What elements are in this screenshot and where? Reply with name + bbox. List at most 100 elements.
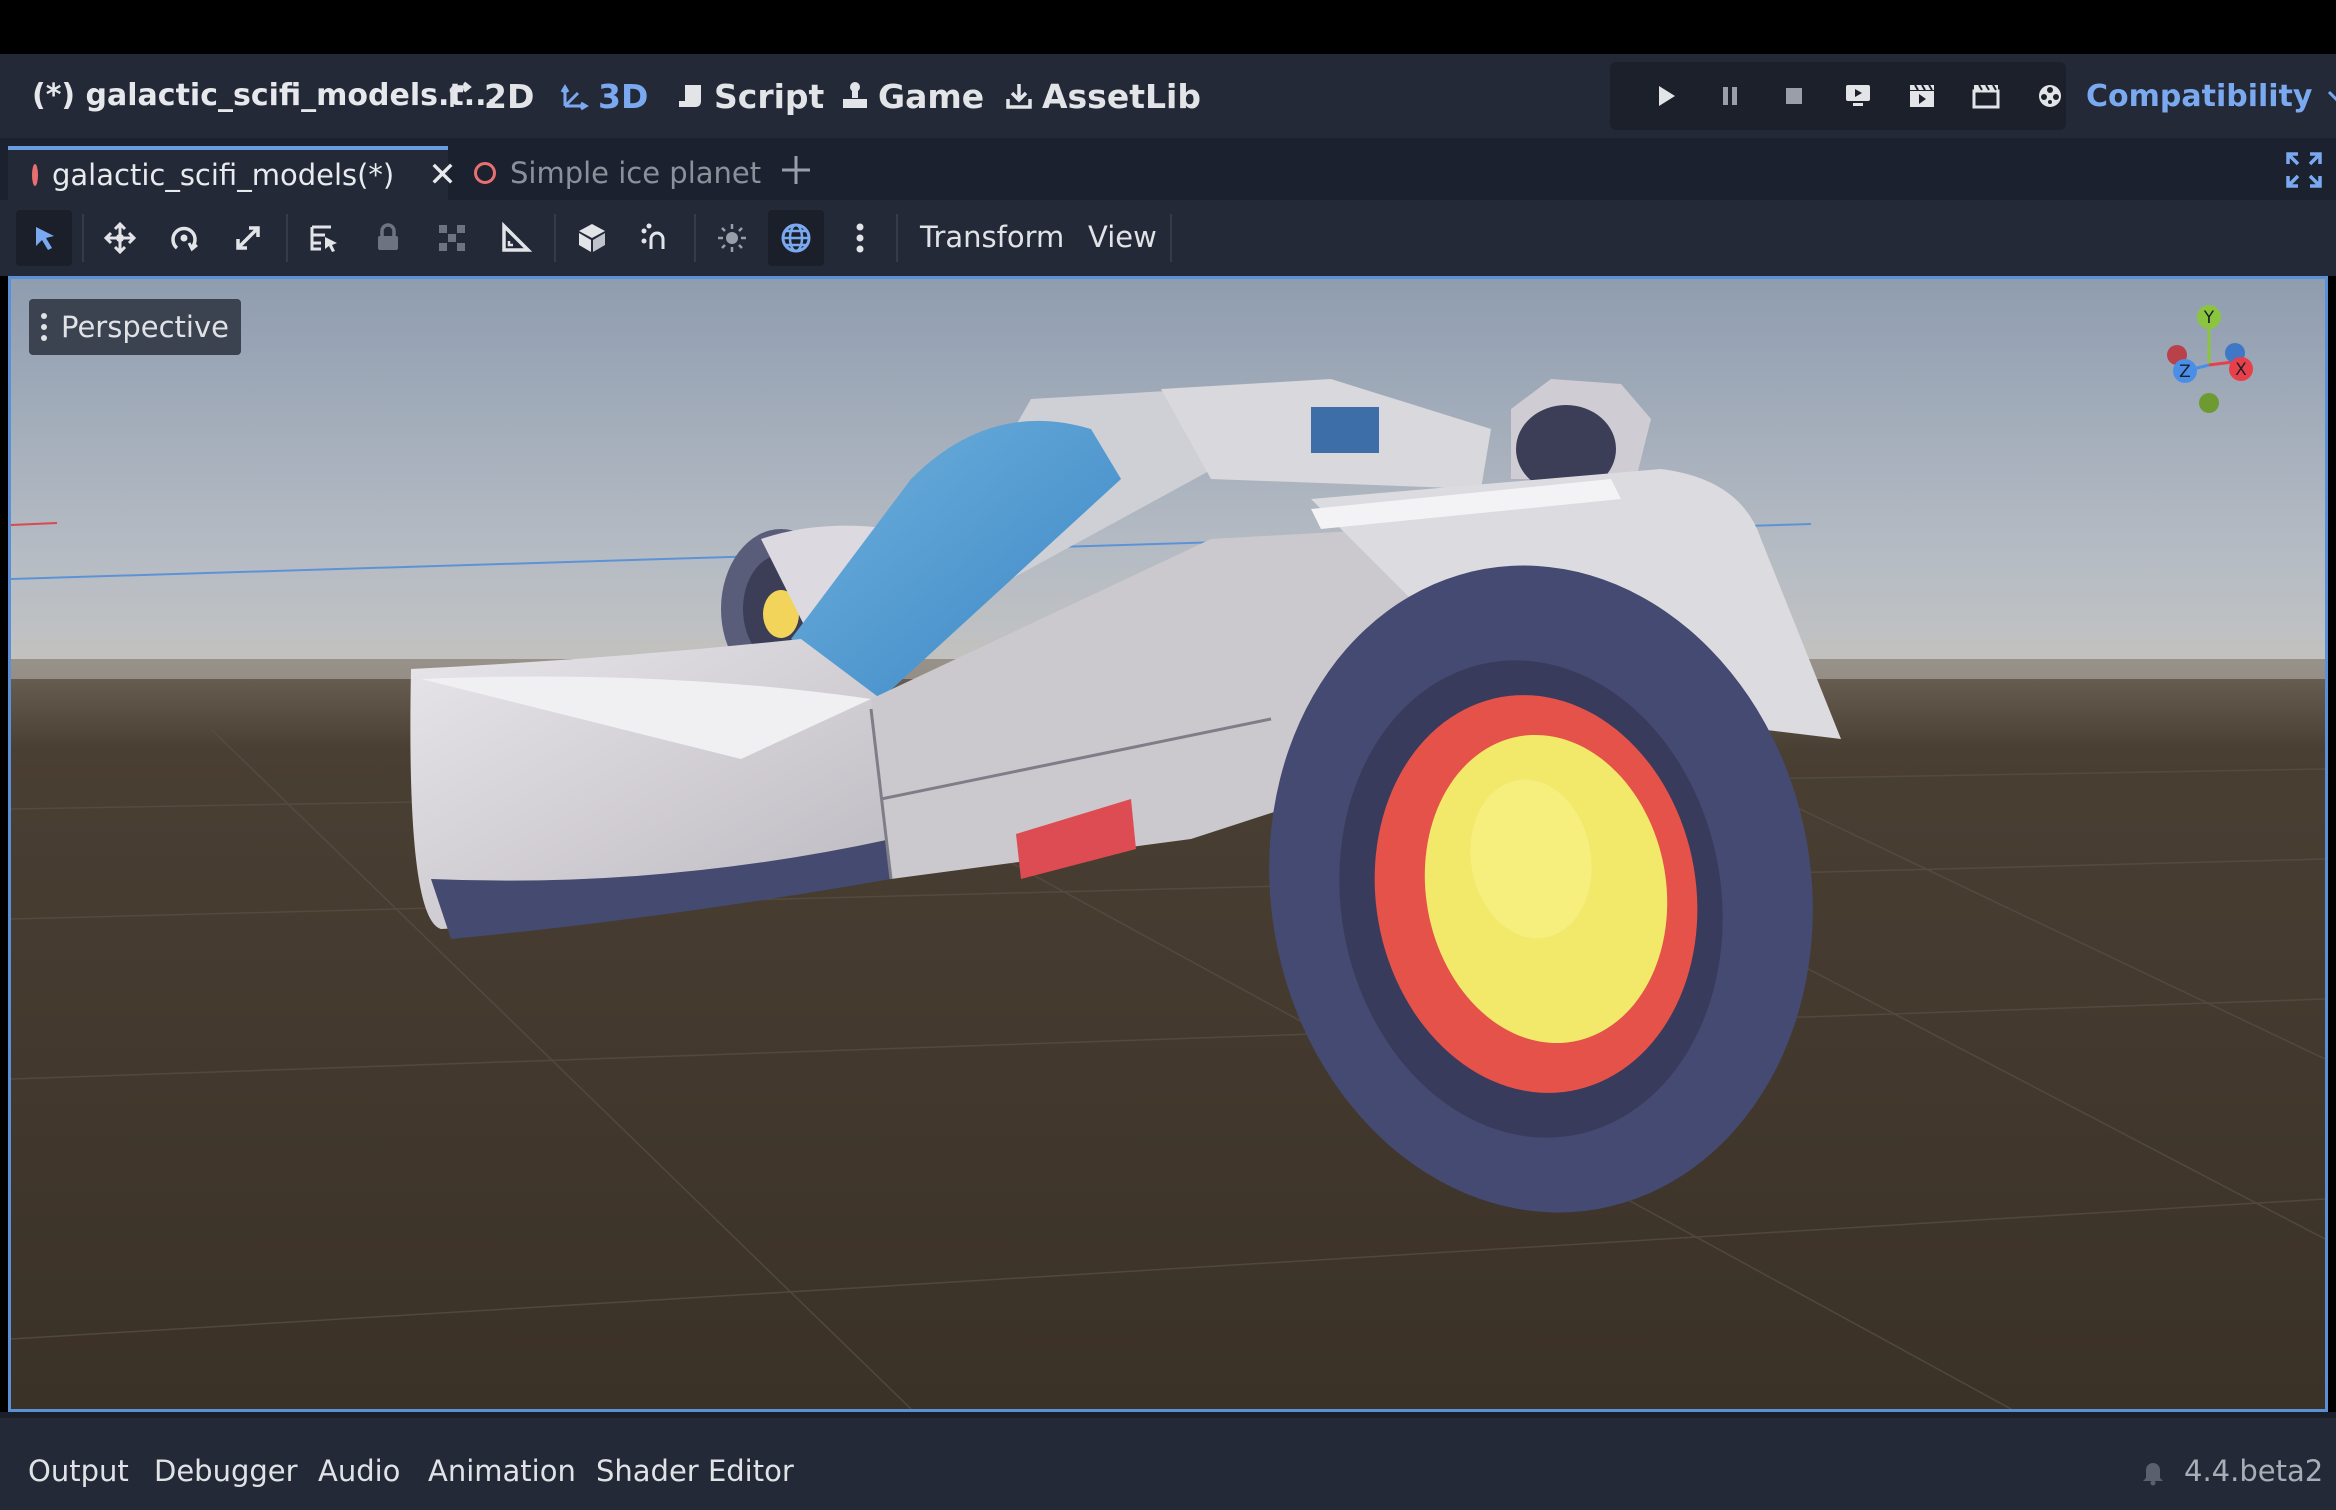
play-scene-icon (1910, 84, 1934, 107)
workspace-assetlib-button[interactable]: AssetLib (1004, 72, 1201, 120)
play-controls (1610, 62, 2066, 130)
debugger-tab[interactable]: Debugger (154, 1454, 298, 1488)
play-button[interactable] (1646, 76, 1686, 116)
sun-preview-button[interactable] (704, 210, 760, 266)
ruler-icon (502, 221, 533, 252)
scene-root-icon (474, 162, 496, 184)
workspace-game-button[interactable]: Game (840, 72, 984, 120)
scale-icon (236, 226, 260, 250)
move-mode-button[interactable] (92, 210, 148, 266)
menu-dots-icon (39, 313, 49, 341)
remote-debug-icon (1846, 85, 1870, 106)
renderer-label: Compatibility (2086, 78, 2313, 114)
spatial-editor-toolbar: Transform View (0, 200, 2336, 276)
list-select-icon (310, 225, 337, 252)
view-menu[interactable]: View (1088, 220, 1157, 254)
viewport-scene (11, 279, 2325, 1409)
select-mode-button[interactable] (16, 210, 72, 266)
workspace-3d-button[interactable]: 3D (560, 72, 648, 120)
stop-button[interactable] (1774, 76, 1814, 116)
workspace-game-label: Game (878, 76, 985, 116)
close-tab-icon[interactable]: ✕ (428, 155, 457, 195)
workspace-2d-label: 2D (484, 76, 535, 116)
toolbar-separator (286, 214, 288, 262)
3d-viewport[interactable]: Perspective Y X Z (8, 276, 2328, 1412)
version-info[interactable]: 4.4.beta2 (2138, 1454, 2323, 1488)
stop-icon (1786, 88, 1802, 104)
lock-button[interactable] (360, 210, 416, 266)
neg-y-axis-handle[interactable] (2199, 393, 2219, 413)
toolbar-separator (896, 214, 898, 262)
renderer-dropdown[interactable]: Compatibility (2086, 72, 2336, 120)
toolbar-separator (554, 214, 556, 262)
group-icon (439, 225, 465, 251)
transform-menu[interactable]: Transform (920, 220, 1064, 254)
move-icon (103, 221, 137, 255)
workspace-assetlib-label: AssetLib (1042, 76, 1201, 116)
project-title: (*) galactic_scifi_models.t... (32, 78, 498, 113)
local-space-icon (579, 224, 605, 252)
x-axis-label: X (2235, 360, 2247, 380)
movie-maker-button[interactable] (2030, 76, 2070, 116)
game-icon (843, 82, 867, 108)
window-titlebar (0, 0, 2336, 54)
workspace-script-button[interactable]: Script (676, 72, 824, 120)
script-icon (679, 85, 701, 107)
local-space-button[interactable] (564, 210, 620, 266)
lock-icon (378, 223, 398, 250)
ruler-button[interactable] (488, 210, 544, 266)
main-menu-bar: (*) galactic_scifi_models.t... 2D 3D Scr… (0, 54, 2336, 138)
remote-debug-button[interactable] (1838, 76, 1878, 116)
output-tab[interactable]: Output (28, 1454, 129, 1488)
scene-tab-bar: galactic_scifi_models(*) ✕ Simple ice pl… (0, 138, 2336, 200)
environment-preview-button[interactable] (768, 210, 824, 266)
pause-button[interactable] (1710, 76, 1750, 116)
sun-preview-icon (718, 224, 746, 252)
play-icon (1659, 86, 1675, 106)
workspace-2d-button[interactable]: 2D (446, 72, 534, 120)
workspace-3d-label: 3D (598, 76, 649, 116)
y-axis-label: Y (2203, 308, 2215, 328)
more-options-button[interactable] (832, 210, 888, 266)
pause-icon (1723, 87, 1737, 105)
toolbar-separator (82, 214, 84, 262)
play-custom-scene-icon (1972, 84, 2000, 109)
snap-button[interactable] (628, 210, 684, 266)
shader-editor-tab[interactable]: Shader Editor (596, 1454, 794, 1488)
perspective-label: Perspective (61, 310, 229, 344)
workspace-script-label: Script (714, 76, 825, 116)
toolbar-separator (694, 214, 696, 262)
scene-tab-galactic[interactable]: galactic_scifi_models(*) ✕ (8, 146, 457, 200)
2d-icon (450, 81, 472, 107)
notification-bell-icon (2143, 1463, 2163, 1486)
chevron-down-icon (2328, 90, 2336, 101)
bottom-panel-bar: Output Debugger Audio Animation Shader E… (0, 1412, 2336, 1510)
select-icon (36, 227, 54, 250)
3d-icon (560, 84, 589, 111)
scene-tab-label: Simple ice planet (510, 156, 762, 190)
scene-tab-ice-planet[interactable]: Simple ice planet (474, 146, 774, 200)
more-icon (856, 223, 864, 253)
perspective-menu-button[interactable]: Perspective (29, 299, 241, 355)
movie-maker-icon (2039, 85, 2061, 107)
group-button[interactable] (424, 210, 480, 266)
add-tab-icon[interactable] (774, 148, 818, 192)
assetlib-icon (1006, 84, 1032, 109)
list-select-button[interactable] (296, 210, 352, 266)
distraction-free-icon[interactable] (2284, 150, 2324, 190)
environment-preview-icon (781, 223, 811, 253)
scale-mode-button[interactable] (220, 210, 276, 266)
animation-tab[interactable]: Animation (428, 1454, 576, 1488)
scene-tab-label: galactic_scifi_models(*) (52, 158, 395, 192)
play-custom-scene-button[interactable] (1966, 76, 2006, 116)
view-orientation-gizmo[interactable]: Y X Z (2151, 299, 2271, 419)
toolbar-separator (1170, 214, 1172, 262)
rotate-mode-button[interactable] (156, 210, 212, 266)
rotate-icon (171, 226, 198, 252)
audio-tab[interactable]: Audio (318, 1454, 400, 1488)
z-axis-label: Z (2179, 362, 2191, 382)
snap-icon (641, 223, 665, 249)
version-label: 4.4.beta2 (2184, 1454, 2324, 1488)
play-scene-button[interactable] (1902, 76, 1942, 116)
scene-root-icon (32, 164, 38, 186)
